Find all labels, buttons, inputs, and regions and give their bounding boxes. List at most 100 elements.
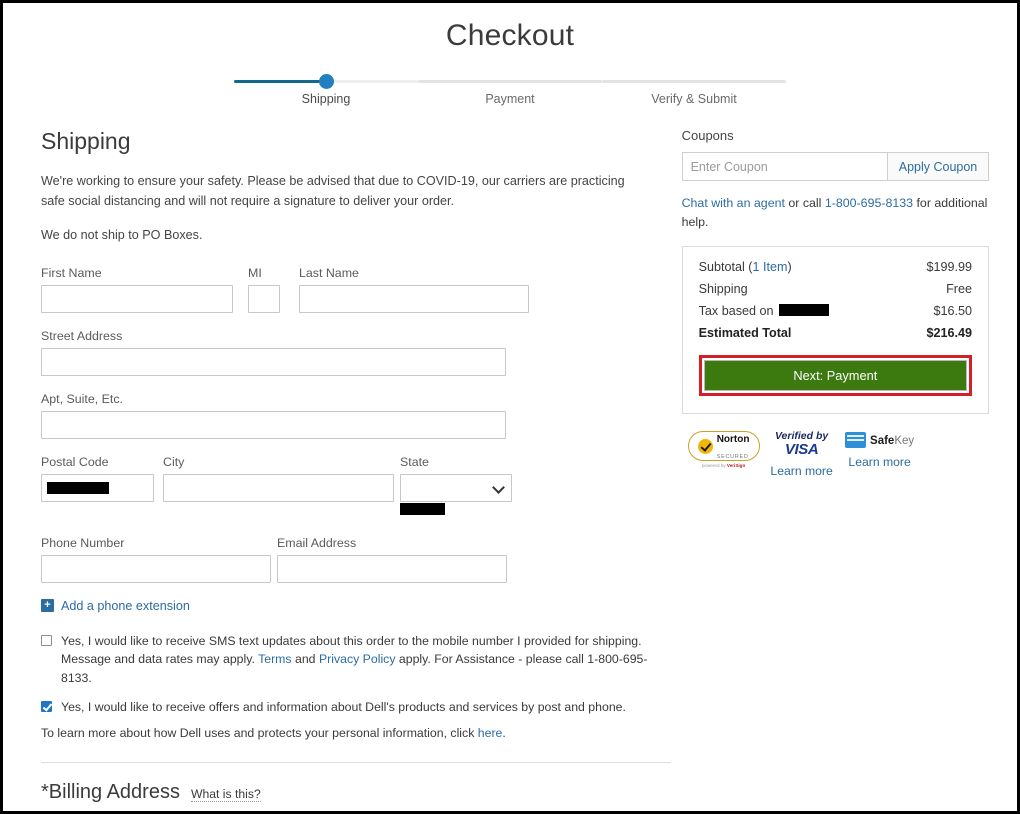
first-name-label: First Name xyxy=(41,265,102,280)
phone-email-row: Phone Number Email Address xyxy=(41,536,672,583)
coupon-input[interactable] xyxy=(681,152,887,181)
add-phone-extension-link[interactable]: + Add a phone extension xyxy=(41,599,672,613)
step-bar-verify xyxy=(602,80,786,83)
street-group: Street Address xyxy=(41,329,506,376)
shipping-cost-label: Shipping xyxy=(698,282,748,297)
privacy-note-end: . xyxy=(502,726,506,741)
visa-icon: Verified by VISA xyxy=(763,431,841,458)
phone-number-input[interactable] xyxy=(41,554,271,583)
privacy-note-text: To learn more about how Dell uses and pr… xyxy=(41,726,478,741)
checkout-columns: Shipping We're working to ensure your sa… xyxy=(3,106,1017,811)
safekey-badge[interactable]: SafeKey Learn more xyxy=(841,431,919,480)
estimated-total-value: $216.49 xyxy=(926,326,972,341)
chat-help-line: Chat with an agent or call 1-800-695-813… xyxy=(682,194,989,231)
verified-by-visa-badge[interactable]: Verified by VISA Learn more xyxy=(763,431,841,480)
subtotal-label: Subtotal (1 Item) xyxy=(699,260,792,274)
apt-suite-input[interactable] xyxy=(41,410,506,439)
apply-coupon-button[interactable]: Apply Coupon xyxy=(887,152,989,181)
shipping-cost-value: Free xyxy=(946,282,972,297)
subtotal-label-prefix: Subtotal ( xyxy=(698,260,753,275)
email-group: Email Address xyxy=(277,536,507,583)
sms-opt-in-checkbox[interactable] xyxy=(41,634,52,646)
postal-group: Postal Code xyxy=(41,455,154,520)
sms-opt-in-text: Yes, I would like to receive SMS text up… xyxy=(61,632,661,688)
apt-row: Apt, Suite, Etc. xyxy=(41,392,672,439)
tax-location-redaction xyxy=(778,304,829,317)
mi-group: MI xyxy=(248,266,280,313)
step-payment[interactable]: Payment xyxy=(418,69,602,106)
step-label-payment: Payment xyxy=(485,92,535,106)
visa-learn-more-link[interactable]: Learn more xyxy=(763,463,841,480)
offers-opt-in-row[interactable]: Yes, I would like to receive offers and … xyxy=(41,698,672,717)
last-name-input[interactable] xyxy=(299,284,529,313)
here-link[interactable]: here xyxy=(478,726,503,740)
norton-name: Norton xyxy=(716,434,750,446)
city-input[interactable] xyxy=(163,473,394,502)
step-shipping[interactable]: Shipping xyxy=(234,69,418,106)
postal-code-label: Postal Code xyxy=(41,454,109,469)
mi-input[interactable] xyxy=(248,284,280,313)
state-label: State xyxy=(400,454,429,469)
privacy-policy-link[interactable]: Privacy Policy xyxy=(319,652,396,666)
first-name-input[interactable] xyxy=(41,284,233,313)
item-count-link[interactable]: 1 Item xyxy=(753,260,788,274)
billing-header: *Billing Address What is this? xyxy=(41,781,672,804)
coupons-title: Coupons xyxy=(681,128,734,143)
add-phone-extension-label: Add a phone extension xyxy=(61,598,190,613)
offers-opt-in-checkbox[interactable] xyxy=(41,700,52,712)
amex-card-icon xyxy=(845,432,867,449)
covid-notice: We're working to ensure your safety. Ple… xyxy=(41,174,625,208)
street-address-label: Street Address xyxy=(41,328,123,343)
offers-opt-in-text: Yes, I would like to receive offers and … xyxy=(61,699,626,714)
sms-opt-in-row[interactable]: Yes, I would like to receive SMS text up… xyxy=(41,632,672,688)
email-address-input[interactable] xyxy=(277,554,507,583)
city-label: City xyxy=(163,454,185,469)
postal-code-input-wrap xyxy=(41,473,154,502)
summary-row-subtotal: Subtotal (1 Item) $199.99 xyxy=(699,260,972,274)
tax-label: Tax based on xyxy=(698,304,774,319)
apt-suite-label: Apt, Suite, Etc. xyxy=(41,391,123,406)
phone-number-label: Phone Number xyxy=(41,535,125,550)
norton-icon: Norton SECURED xyxy=(687,431,760,462)
step-verify-submit[interactable]: Verify & Submit xyxy=(602,69,786,106)
next-payment-button[interactable]: Next: Payment xyxy=(703,360,967,392)
street-address-input[interactable] xyxy=(41,347,506,376)
visa-wordmark: VISA xyxy=(784,441,819,459)
tax-label-wrap: Tax based on xyxy=(699,304,829,318)
safekey-icon: SafeKey xyxy=(841,431,919,449)
street-row: Street Address xyxy=(41,329,672,376)
name-row: First Name MI Last Name xyxy=(41,266,672,313)
postal-city-state-row: Postal Code City State xyxy=(41,455,672,520)
estimated-total-label: Estimated Total xyxy=(698,326,792,341)
phone-group: Phone Number xyxy=(41,536,271,583)
tax-value: $16.50 xyxy=(933,304,972,319)
state-select[interactable] xyxy=(400,473,512,502)
privacy-note: To learn more about how Dell uses and pr… xyxy=(41,726,672,740)
shipping-heading: Shipping xyxy=(41,128,131,154)
screenshot-frame: Checkout Shipping Payment Verify & Submi… xyxy=(0,0,1020,814)
summary-row-total: Estimated Total $216.49 xyxy=(699,326,972,340)
terms-link[interactable]: Terms xyxy=(258,652,291,666)
step-bar-payment xyxy=(418,80,602,83)
subtotal-value: $199.99 xyxy=(926,260,972,275)
billing-address-title: *Billing Address xyxy=(41,781,180,804)
what-is-this-link[interactable]: What is this? xyxy=(190,787,261,803)
shipping-column: Shipping We're working to ensure your sa… xyxy=(41,128,672,811)
city-group: City xyxy=(163,455,394,520)
last-name-group: Last Name xyxy=(299,266,529,313)
order-summary-box: Subtotal (1 Item) $199.99 Shipping Free … xyxy=(681,246,989,415)
apt-group: Apt, Suite, Etc. xyxy=(41,392,506,439)
state-group: State xyxy=(400,455,512,520)
safekey-learn-more-link[interactable]: Learn more xyxy=(841,454,919,471)
next-payment-highlight: Next: Payment xyxy=(698,355,972,397)
coupon-row: Apply Coupon xyxy=(681,152,989,181)
order-summary-column: Coupons Apply Coupon Chat with an agent … xyxy=(681,128,989,481)
state-redaction xyxy=(400,502,445,515)
support-phone-link[interactable]: 1-800-695-8133 xyxy=(825,196,913,210)
step-label-shipping: Shipping xyxy=(301,92,351,106)
plus-icon: + xyxy=(41,599,54,613)
chat-with-agent-link[interactable]: Chat with an agent xyxy=(682,196,785,210)
last-name-label: Last Name xyxy=(299,265,359,280)
state-select-wrap[interactable] xyxy=(400,473,512,520)
safekey-wordmark: SafeKey xyxy=(870,431,914,449)
